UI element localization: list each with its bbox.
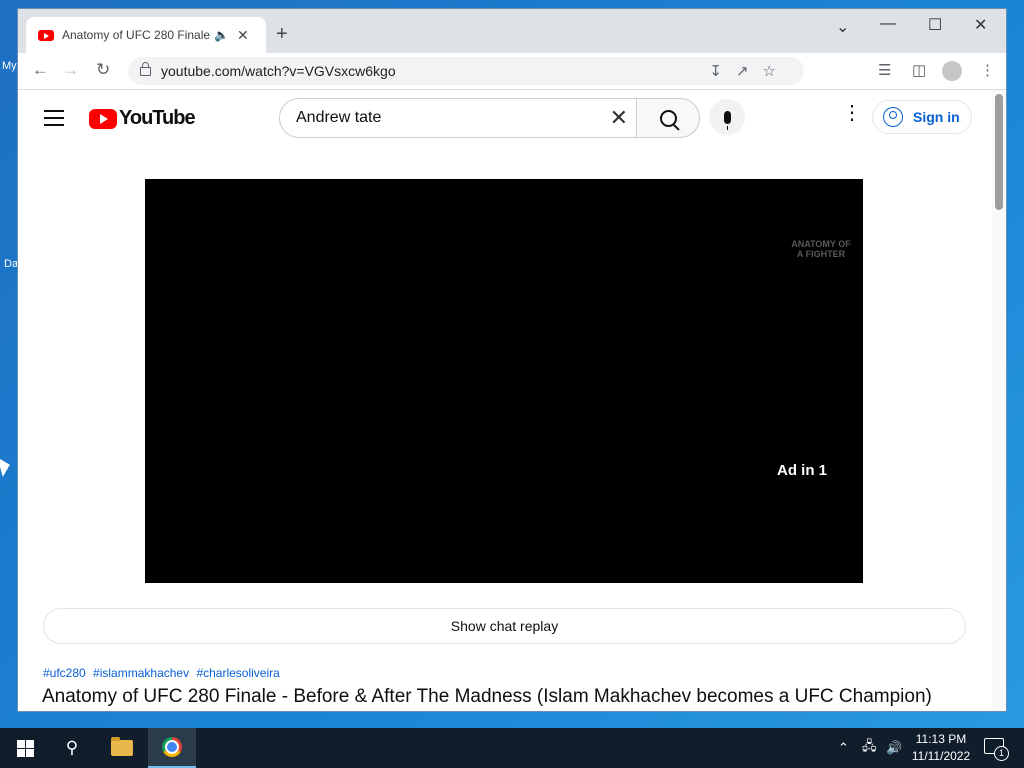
settings-menu-icon[interactable]: ⋮ [842, 103, 862, 123]
guide-menu-icon[interactable] [44, 110, 64, 131]
volume-icon[interactable]: 🔊 [886, 728, 902, 768]
reading-list-icon[interactable]: ☰ [878, 61, 891, 79]
profile-avatar-icon[interactable] [942, 61, 962, 81]
youtube-favicon-icon [38, 29, 54, 41]
voice-search-button[interactable] [709, 99, 745, 135]
back-button[interactable]: ← [32, 60, 49, 80]
browser-toolbar: ← → ↻ youtube.com/watch?v=VGVsxcw6kgo ↧↗… [18, 53, 1006, 90]
ad-countdown: Ad in 1 [776, 462, 827, 479]
windows-logo-icon [16, 739, 34, 757]
microphone-icon [723, 110, 731, 130]
file-explorer-button[interactable] [102, 728, 142, 768]
search-button[interactable] [636, 98, 700, 138]
new-tab-button[interactable]: + [276, 23, 288, 46]
hashtag-link[interactable]: #charlesoliveira [196, 666, 279, 680]
system-clock[interactable]: 11:13 PM 11/11/2022 [906, 731, 976, 765]
account-icon [883, 107, 903, 127]
sign-in-label: Sign in [913, 109, 960, 125]
side-panel-icon[interactable]: ◫ [912, 61, 926, 79]
clock-time: 11:13 PM [915, 732, 967, 746]
forward-button[interactable]: → [62, 60, 79, 80]
chrome-taskbar-button[interactable] [148, 728, 196, 768]
maximize-button[interactable]: ☐ [928, 15, 942, 35]
hashtag-row: #ufc280 #islammakhachev #charlesoliveira [43, 666, 284, 680]
url-text[interactable]: youtube.com/watch?v=VGVsxcw6kgo [161, 63, 396, 79]
omnibox-action-icons[interactable]: ↧↗☆ [709, 62, 790, 80]
youtube-wordmark: YouTube [119, 107, 196, 129]
network-icon[interactable]: 🖧 [862, 728, 877, 768]
lock-icon[interactable] [140, 61, 151, 76]
close-window-button[interactable]: ✕ [974, 15, 987, 35]
youtube-page: YouTube Andrew tate ✕ ⋮ Sign in ANATOMY … [18, 90, 1006, 711]
tab-close-icon[interactable]: ✕ [237, 27, 249, 44]
search-taskbar-icon[interactable]: ⚲ [52, 728, 92, 768]
chrome-icon [162, 737, 182, 757]
hashtag-link[interactable]: #ufc280 [43, 666, 86, 680]
youtube-play-icon [89, 108, 117, 129]
windows-taskbar: ⚲ ⌃ 🖧 🔊 11:13 PM 11/11/2022 1 [0, 728, 1024, 768]
audio-playing-icon[interactable]: 🔈 [214, 28, 229, 42]
show-hidden-icons-chevron-icon[interactable]: ⌃ [838, 728, 849, 768]
video-title: Anatomy of UFC 280 Finale - Before & Aft… [42, 686, 932, 707]
video-player[interactable]: ANATOMY OF A FIGHTER Ad in 1 [145, 179, 863, 583]
address-bar[interactable]: youtube.com/watch?v=VGVsxcw6kgo ↧↗☆ [128, 57, 804, 85]
minimize-button[interactable]: — [880, 15, 896, 33]
start-button[interactable] [6, 728, 44, 768]
search-input[interactable]: Andrew tate ✕ [279, 98, 637, 138]
sign-in-button[interactable]: Sign in [872, 100, 972, 134]
browser-tab-active[interactable]: Anatomy of UFC 280 Finale - 🔈 ✕ [26, 17, 266, 53]
desktop-icon-label[interactable]: Da [4, 258, 18, 270]
tab-strip: Anatomy of UFC 280 Finale - 🔈 ✕ + ⌄ — ☐ … [18, 9, 1006, 53]
show-chat-replay-button[interactable]: Show chat replay [43, 608, 966, 644]
browser-window: Anatomy of UFC 280 Finale - 🔈 ✕ + ⌄ — ☐ … [18, 9, 1006, 711]
search-icon [659, 109, 677, 127]
search-query-text[interactable]: Andrew tate [296, 109, 610, 127]
reload-button[interactable]: ↻ [96, 60, 110, 80]
scrollbar-thumb[interactable] [995, 94, 1003, 210]
tab-search-chevron-icon[interactable]: ⌄ [836, 17, 849, 37]
page-scrollbar[interactable] [992, 90, 1006, 711]
clear-search-icon[interactable]: ✕ [610, 105, 628, 131]
youtube-logo[interactable]: YouTube [89, 107, 196, 130]
notification-count-badge: 1 [994, 746, 1009, 761]
clock-date: 11/11/2022 [911, 749, 971, 763]
desktop-icon-label[interactable]: My [2, 60, 17, 72]
hashtag-link[interactable]: #islammakhachev [93, 666, 189, 680]
folder-icon [111, 737, 133, 756]
channel-watermark: ANATOMY OF A FIGHTER [791, 239, 851, 259]
chrome-menu-icon[interactable]: ⋮ [980, 61, 995, 79]
tab-title: Anatomy of UFC 280 Finale - [62, 28, 210, 42]
